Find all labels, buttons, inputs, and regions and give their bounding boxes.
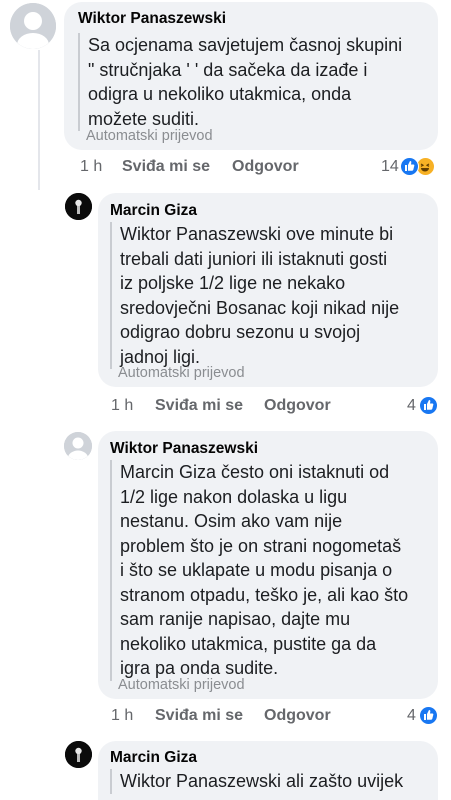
translation-label[interactable]: Automatski prijevod <box>118 365 245 381</box>
comment-author[interactable]: Marcin Giza <box>110 202 197 220</box>
comment-bubble: Marcin Giza Wiktor Panaszewski ove minut… <box>98 193 438 387</box>
dark-avatar-icon <box>65 193 92 220</box>
comment-text: Sa ocjenama savjetujem časnoj skupini " … <box>78 33 430 131</box>
like-icon[interactable] <box>400 157 419 176</box>
comment-time[interactable]: 1 h <box>80 158 102 176</box>
comment-author[interactable]: Marcin Giza <box>110 749 197 767</box>
comment-text: Marcin Giza često oni istaknuti od 1/2 l… <box>110 460 432 681</box>
avatar[interactable] <box>10 3 56 49</box>
comment-author[interactable]: Wiktor Panaszewski <box>78 10 226 28</box>
reaction-count[interactable]: 4 <box>407 707 416 725</box>
like-icon[interactable] <box>419 396 438 415</box>
thread-line <box>38 50 40 190</box>
reply-button[interactable]: Odgovor <box>232 158 299 176</box>
comment-author[interactable]: Wiktor Panaszewski <box>110 440 258 458</box>
like-button[interactable]: Sviđa mi se <box>155 397 243 415</box>
default-avatar-icon <box>10 3 56 49</box>
reply-button[interactable]: Odgovor <box>264 397 331 415</box>
comment-time[interactable]: 1 h <box>111 397 133 415</box>
comment-text: Wiktor Panaszewski ali zašto uvijek <box>110 769 432 794</box>
like-icon[interactable] <box>419 706 438 725</box>
avatar[interactable] <box>65 741 92 768</box>
default-avatar-icon <box>64 432 92 460</box>
dark-avatar-icon <box>65 741 92 768</box>
avatar[interactable] <box>65 193 92 220</box>
comment-text: Wiktor Panaszewski ove minute bi trebali… <box>110 222 430 369</box>
comment-actions: 1 h Sviđa mi se Odgovor <box>80 158 330 180</box>
comment-actions: 1 h Sviđa mi se Odgovor <box>111 707 361 729</box>
comment-bubble: Wiktor Panaszewski Sa ocjenama savjetuje… <box>64 2 438 150</box>
like-button[interactable]: Sviđa mi se <box>155 707 243 725</box>
translation-label[interactable]: Automatski prijevod <box>86 128 213 144</box>
reaction-count[interactable]: 14 <box>381 158 399 176</box>
avatar[interactable] <box>64 432 92 460</box>
comment-actions: 1 h Sviđa mi se Odgovor <box>111 397 361 419</box>
like-button[interactable]: Sviđa mi se <box>122 158 210 176</box>
comment-bubble: Wiktor Panaszewski Marcin Giza često oni… <box>98 431 438 699</box>
reaction-count[interactable]: 4 <box>407 397 416 415</box>
translation-label[interactable]: Automatski prijevod <box>118 677 245 693</box>
reply-button[interactable]: Odgovor <box>264 707 331 725</box>
comment-time[interactable]: 1 h <box>111 707 133 725</box>
comment-bubble: Marcin Giza Wiktor Panaszewski ali zašto… <box>98 741 438 800</box>
